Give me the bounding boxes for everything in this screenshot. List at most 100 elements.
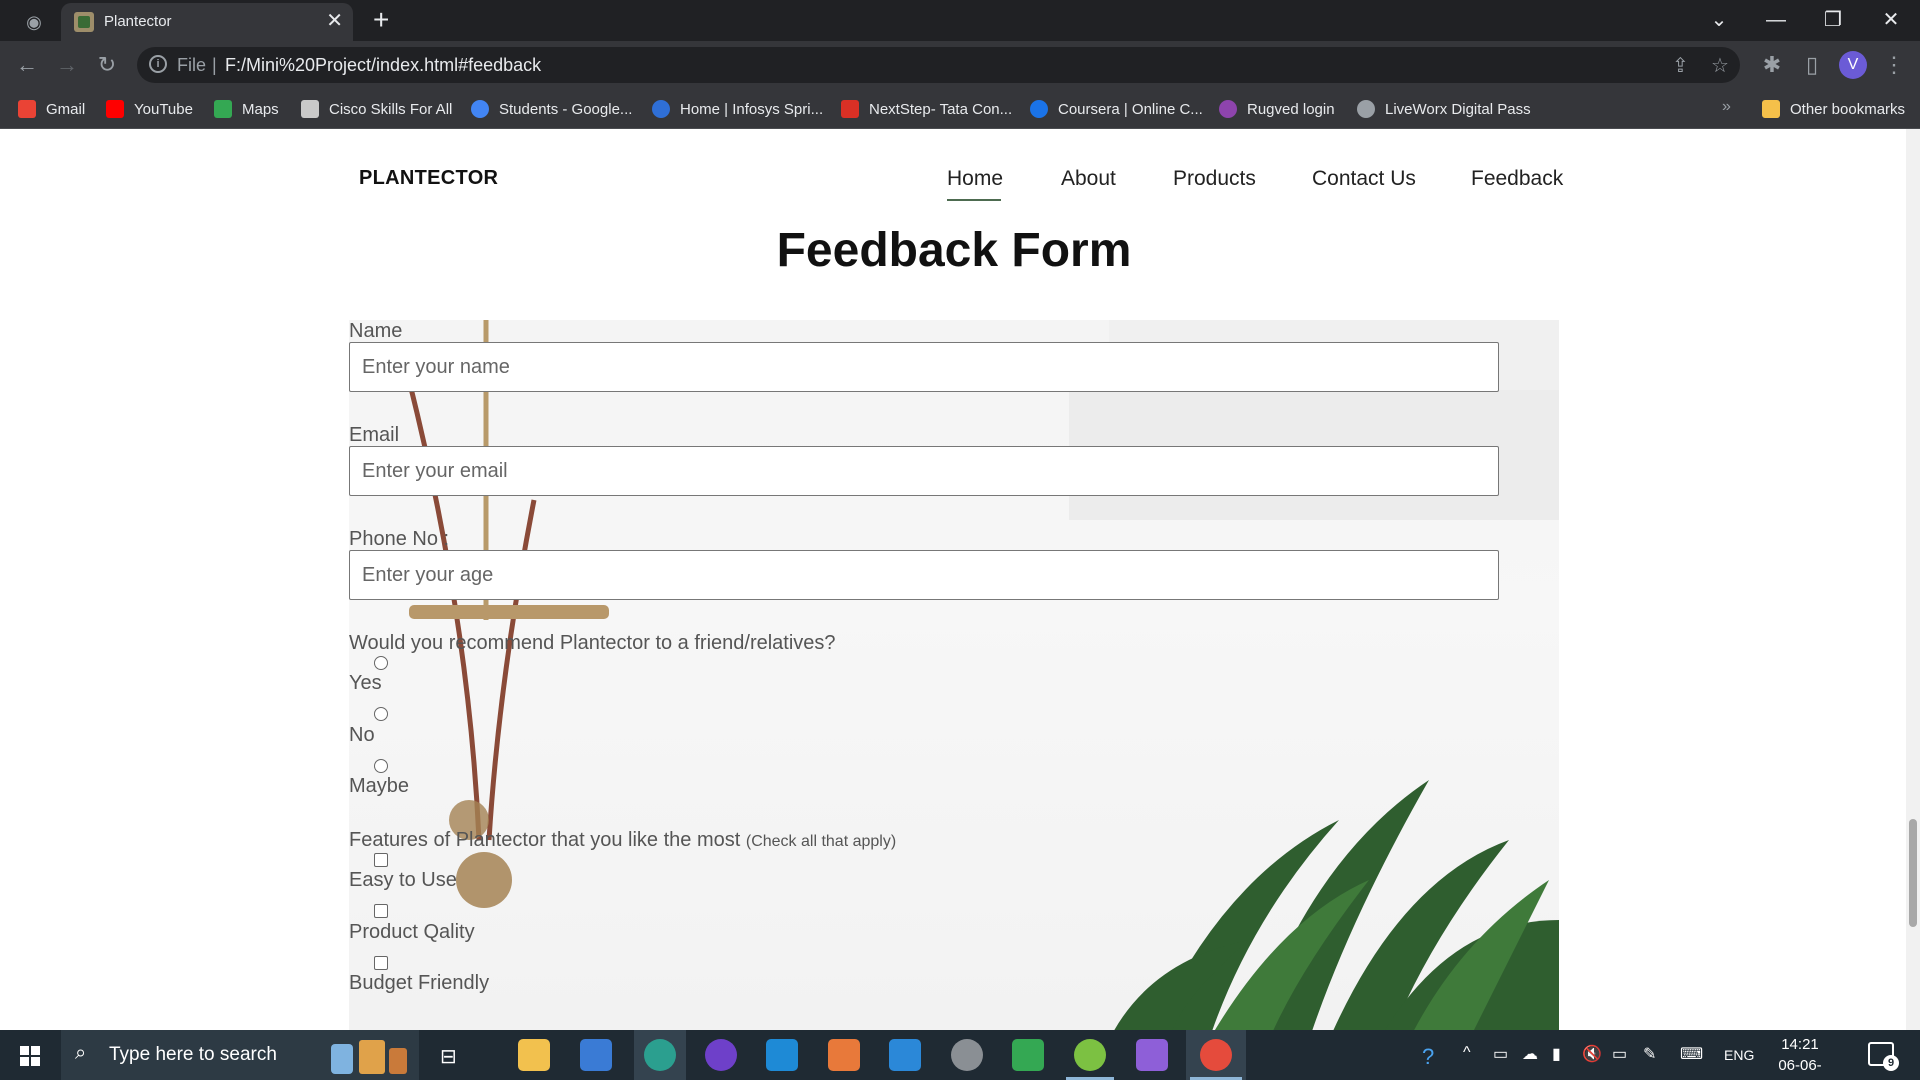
notification-icon[interactable]: 9 xyxy=(1868,1042,1899,1071)
restore-icon[interactable]: ❐ xyxy=(1813,5,1853,35)
youtube-icon xyxy=(106,100,124,118)
url-text[interactable]: F:/Mini%20Project/index.html#feedback xyxy=(225,55,541,76)
nav-contact-us[interactable]: Contact Us xyxy=(1312,167,1416,191)
tab-search-icon[interactable]: ◉ xyxy=(22,10,46,34)
feature-easy-label[interactable]: Easy to Use xyxy=(349,869,457,892)
share-icon[interactable]: ⇪ xyxy=(1672,53,1689,78)
maps-icon xyxy=(214,100,232,118)
git-icon[interactable] xyxy=(828,1039,860,1071)
background-plant-image xyxy=(406,320,1559,1030)
bookmark-google-students[interactable]: Students - Google... xyxy=(471,98,632,120)
tab-list-chevron-icon[interactable]: ⌄ xyxy=(1699,5,1739,35)
task-view-icon[interactable]: ⊟ xyxy=(440,1044,457,1069)
bookmark-gmail[interactable]: Gmail xyxy=(18,98,85,120)
help-icon[interactable]: ? xyxy=(1422,1044,1434,1070)
browser-tab[interactable]: Plantector ✕ xyxy=(61,3,353,41)
email-label: Email xyxy=(349,424,400,446)
page-viewport: PLANTECTOR Home About Products Contact U… xyxy=(0,129,1920,1030)
feature-easy-checkbox[interactable] xyxy=(374,853,388,867)
tab-close-icon[interactable]: ✕ xyxy=(326,10,343,32)
recommend-yes-label[interactable]: Yes xyxy=(349,672,382,695)
recommend-no-label[interactable]: No xyxy=(349,724,375,747)
recommend-no-radio[interactable] xyxy=(374,707,388,721)
page-scrollbar[interactable] xyxy=(1906,129,1920,1030)
taskbar-clock[interactable]: 14:21 06-06-2023 xyxy=(1765,1034,1835,1080)
globe-icon xyxy=(1357,100,1375,118)
battery-icon[interactable]: ▮ xyxy=(1552,1044,1561,1064)
site-info-icon[interactable]: i xyxy=(149,55,167,73)
bookmark-tcs[interactable]: NextStep- Tata Con... xyxy=(841,98,1012,120)
file-explorer-icon[interactable] xyxy=(518,1039,550,1071)
bookmark-star-icon[interactable]: ☆ xyxy=(1711,53,1729,78)
windows-start-icon[interactable] xyxy=(20,1046,40,1066)
google-drive-icon[interactable] xyxy=(1012,1039,1044,1071)
tcs-icon xyxy=(841,100,859,118)
profile-avatar[interactable]: V xyxy=(1839,51,1867,79)
google-icon xyxy=(471,100,489,118)
more-bookmarks-icon[interactable]: » xyxy=(1722,98,1731,116)
recommend-yes-radio[interactable] xyxy=(374,656,388,670)
site-logo[interactable]: PLANTECTOR xyxy=(359,167,498,190)
feature-budget-checkbox[interactable] xyxy=(374,956,388,970)
bookmark-cisco[interactable]: Cisco Skills For All xyxy=(301,98,452,120)
taskbar-search-placeholder: Type here to search xyxy=(109,1044,277,1065)
edge-icon[interactable] xyxy=(644,1039,676,1071)
address-bar[interactable]: i File | F:/Mini%20Project/index.html#fe… xyxy=(137,47,1740,83)
features-hint: (Check all that apply) xyxy=(745,833,897,850)
arduino-icon[interactable] xyxy=(1074,1039,1106,1071)
bookmark-youtube[interactable]: YouTube xyxy=(106,98,193,120)
name-input[interactable] xyxy=(349,342,1499,392)
feature-quality-label[interactable]: Product Qality xyxy=(349,921,475,944)
bookmark-coursera[interactable]: Coursera | Online C... xyxy=(1030,98,1203,120)
recommend-maybe-label[interactable]: Maybe xyxy=(349,775,409,798)
camera-icon[interactable]: ▭ xyxy=(1493,1044,1508,1064)
minimize-icon[interactable]: — xyxy=(1756,5,1796,35)
back-icon[interactable]: ← xyxy=(13,51,41,79)
search-highlight-icon xyxy=(331,1040,407,1074)
phone-input[interactable] xyxy=(349,550,1499,600)
visual-studio-icon[interactable] xyxy=(1136,1039,1168,1071)
bookmark-liveworx[interactable]: LiveWorx Digital Pass xyxy=(1357,98,1531,120)
cloud-icon[interactable]: ☁ xyxy=(1522,1044,1538,1064)
features-question-text: Features of Plantector that you like the… xyxy=(349,829,741,851)
nav-about[interactable]: About xyxy=(1061,167,1116,191)
nav-home[interactable]: Home xyxy=(947,167,1003,191)
email-input[interactable] xyxy=(349,446,1499,496)
url-separator: | xyxy=(212,55,217,75)
taskbar-search[interactable]: ⌕ Type here to search xyxy=(61,1030,419,1080)
microsoft-store-icon[interactable] xyxy=(580,1039,612,1071)
other-bookmarks[interactable]: Other bookmarks xyxy=(1762,98,1905,120)
github-desktop-icon[interactable] xyxy=(705,1039,737,1071)
pen-icon[interactable]: ✎ xyxy=(1643,1044,1656,1064)
recommend-maybe-radio[interactable] xyxy=(374,759,388,773)
close-window-icon[interactable]: ✕ xyxy=(1871,5,1911,35)
chrome-icon[interactable] xyxy=(1200,1039,1232,1071)
tray-chevron-icon[interactable]: ^ xyxy=(1463,1044,1471,1062)
extensions-icon[interactable]: ✱ xyxy=(1758,51,1786,79)
settings-icon[interactable] xyxy=(951,1039,983,1071)
rugved-icon xyxy=(1219,100,1237,118)
tab-title: Plantector xyxy=(104,13,172,30)
keyboard-icon[interactable]: ⌨ xyxy=(1680,1044,1703,1064)
recommend-question: Would you recommend Plantector to a frie… xyxy=(349,632,836,654)
feature-budget-label[interactable]: Budget Friendly xyxy=(349,972,489,995)
bookmark-rugved[interactable]: Rugved login xyxy=(1219,98,1335,120)
vscode-icon[interactable] xyxy=(766,1039,798,1071)
volume-muted-icon[interactable]: 🔇 xyxy=(1582,1044,1602,1064)
display-icon[interactable]: ▭ xyxy=(1612,1044,1627,1064)
scrollbar-thumb[interactable] xyxy=(1909,819,1917,927)
folder-icon xyxy=(1762,100,1780,118)
bookmark-infosys[interactable]: Home | Infosys Spri... xyxy=(652,98,823,120)
bookmark-maps[interactable]: Maps xyxy=(214,98,279,120)
new-tab-icon[interactable]: + xyxy=(373,6,389,34)
side-panel-icon[interactable]: ▯ xyxy=(1798,51,1826,79)
nav-products[interactable]: Products xyxy=(1173,167,1256,191)
feature-quality-checkbox[interactable] xyxy=(374,904,388,918)
windows-app-icon[interactable] xyxy=(889,1039,921,1071)
menu-icon[interactable]: ⋮ xyxy=(1880,51,1908,79)
tab-favicon-icon xyxy=(74,12,94,32)
nav-feedback[interactable]: Feedback xyxy=(1471,167,1563,191)
forward-icon[interactable]: → xyxy=(53,51,81,79)
language-indicator[interactable]: ENG xyxy=(1724,1047,1754,1063)
reload-icon[interactable]: ↻ xyxy=(93,51,121,79)
